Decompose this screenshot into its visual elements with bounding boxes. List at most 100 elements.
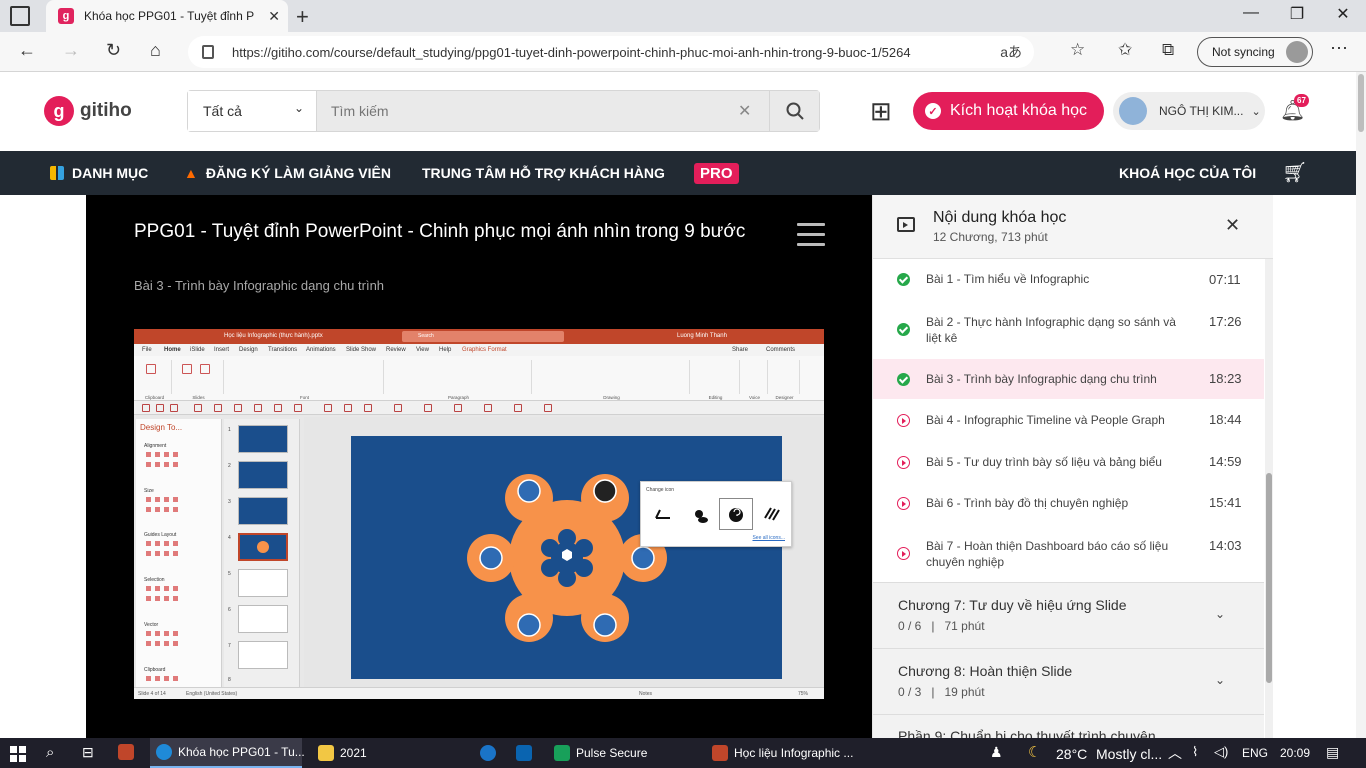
collections-icon[interactable]: ⧉ [1162,40,1174,60]
new-tab-icon[interactable]: + [296,4,309,30]
lesson-item[interactable]: Bài 7 - Hoàn thiện Dashboard báo cáo số … [873,525,1264,582]
ie-icon[interactable] [480,745,502,764]
slide-thumbnail[interactable] [238,569,288,597]
read-aloud-icon[interactable]: aあ [1000,42,1022,62]
people-icon[interactable]: ♟ [990,744,1003,761]
back-icon[interactable]: ← [18,40,36,61]
browser-tab[interactable]: g Khóa học PPG01 - Tuyệt đỉnh Po ✕ [46,0,288,32]
search-icon[interactable]: ⌕ [46,744,54,761]
lesson-item[interactable]: Bài 2 - Thực hành Infographic dạng so sá… [873,299,1264,359]
nav-catalog[interactable]: DANH MỤC [50,165,148,181]
status-slide: Slide 4 of 14 [138,691,166,697]
lesson-title: Bài 2 - Thực hành Infographic dạng so sá… [926,315,1176,345]
url-bar[interactable]: https://gitiho.com/course/default_studyi… [188,36,1034,68]
nav-support[interactable]: TRUNG TÂM HỖ TRỢ KHÁCH HÀNG [422,165,665,181]
window-close-icon[interactable]: ✕ [1320,4,1366,24]
windows-taskbar: ⌕ ⊟ Khóa học PPG01 - Tu... 2021 Pulse Se… [0,738,1366,768]
network-icon[interactable]: ⌇ [1192,744,1198,760]
weather-text[interactable]: Mostly cl... [1096,746,1162,762]
app-icon[interactable] [118,744,140,763]
see-all-icons-link[interactable]: See all icons... [752,535,785,541]
lesson-item[interactable]: Bài 5 - Tư duy trình bày số liệu và bảng… [873,441,1264,483]
add-course-icon[interactable]: ⊞ [870,96,892,127]
monitor-play-icon [897,217,915,232]
slide-thumbnail[interactable] [238,497,288,525]
ribbon-group-label: Editing [708,395,723,400]
taskbar-item[interactable]: 2021 [314,738,464,768]
lesson-item[interactable]: Bài 1 - Tìm hiểu về Infographic 07:11 [873,259,1264,299]
search-input[interactable] [317,91,769,131]
activate-label: Kích hoạt khóa học [950,102,1087,119]
browser-tab-bar: g Khóa học PPG01 - Tuyệt đỉnh Po ✕ + — ❐… [0,0,1366,32]
ribbon-group: Drawing [534,360,690,400]
sidebar-title: Nội dung khóa học [933,209,1067,226]
lesson-title: Bài 5 - Tư duy trình bày số liệu và bảng… [926,455,1162,469]
lesson-item[interactable]: Bài 4 - Infographic Timeline và People G… [873,399,1264,441]
forward-icon[interactable]: → [62,40,80,61]
add-favorite-icon[interactable]: ☆ [1070,40,1085,60]
profile-sync-button[interactable]: Not syncing [1197,37,1313,67]
outlook-icon[interactable] [516,745,538,764]
pane-section: Alignment [144,443,167,449]
cart-icon[interactable]: 🛒︎ [1282,160,1307,185]
chapter-item[interactable]: Chương 7: Tư duy về hiệu ứng Slide 0 / 6… [873,582,1264,648]
chapter-duration: 71 phút [944,619,985,633]
taskbar-item[interactable]: Khóa học PPG01 - Tu... [150,738,305,768]
pane-title: Design To... [140,423,183,432]
pane-section: Size [144,488,154,494]
tab-actions-icon[interactable] [10,6,30,26]
play-circle-icon [897,497,910,510]
slide-thumbnail[interactable] [238,461,288,489]
lesson-duration: 17:26 [1209,314,1242,329]
lesson-item-active[interactable]: Bài 3 - Trình bày Infographic dạng chu t… [873,359,1264,399]
slide-thumbnail[interactable] [238,641,288,669]
weather-icon: ☾ [1028,744,1042,761]
windows-start-icon[interactable] [10,746,26,762]
tab-close-icon[interactable]: ✕ [268,8,280,25]
slide-thumbnail[interactable] [238,425,288,453]
menu-icon[interactable] [797,223,825,246]
temperature[interactable]: 28°C [1056,746,1087,762]
notification-center-icon[interactable]: ▤ [1326,744,1339,761]
nav-my-courses[interactable]: KHOÁ HỌC CỦA TÔI [1119,165,1256,181]
tray-chevron-up-icon[interactable]: ︿ [1168,743,1182,763]
pro-badge[interactable]: PRO [694,163,739,184]
home-icon[interactable]: ⌂ [150,40,161,61]
slide-thumbnail-selected[interactable] [238,533,288,561]
clock[interactable]: 20:09 [1280,746,1310,760]
favorites-icon[interactable]: ✩ [1118,40,1132,60]
maximize-icon[interactable]: ❐ [1274,4,1320,24]
sidebar-scrollbar-thumb[interactable] [1266,473,1272,683]
page-margin [0,195,86,738]
status-zoom: 75% [798,691,809,697]
page-scrollbar-thumb[interactable] [1358,74,1364,132]
lesson-title: Bài 3 - Trình bày Infographic dạng chu t… [926,372,1157,386]
fire-icon: ▲ [184,165,198,181]
chapter-item[interactable]: Chương 8: Hoàn thiện Slide 0 / 3 | 19 ph… [873,648,1264,714]
taskbar-item[interactable]: Pulse Secure [550,738,702,768]
video-player[interactable]: Học liệu Infographic (thực hành).pptx Se… [134,329,824,699]
ribbon-group: Slides [174,360,224,400]
taskbar-item[interactable]: Học liệu Infographic ... [708,738,860,768]
language-indicator[interactable]: ENG [1242,746,1268,760]
cycle-infographic [467,474,667,642]
search-category-value: Tất cả [203,103,242,119]
nav-become-teacher[interactable]: ▲ ĐĂNG KÝ LÀM GIẢNG VIÊN [184,165,391,181]
speaker-icon[interactable]: ◁) [1214,744,1228,760]
slide[interactable] [351,436,782,679]
gitiho-logo[interactable]: g gitiho [44,96,132,126]
page-scrollbar[interactable] [1356,72,1366,738]
user-menu[interactable]: NGÔ THỊ KIM... ⌄ [1113,92,1265,130]
lesson-item[interactable]: Bài 6 - Trình bày đồ thị chuyên nghiệp 1… [873,483,1264,525]
refresh-icon[interactable]: ↻ [106,40,121,61]
search-category-select[interactable]: Tất cả ⌄ [188,91,317,131]
close-icon[interactable]: ✕ [1225,215,1240,236]
task-view-icon[interactable]: ⊟ [82,744,94,761]
sidebar-subtitle: 12 Chương, 713 phút [933,230,1048,244]
search-button[interactable] [769,91,819,131]
activate-course-button[interactable]: ✓ Kích hoạt khóa học [913,92,1104,130]
clear-search-icon[interactable]: ✕ [738,101,751,121]
more-menu-icon[interactable]: ⋯ [1330,38,1348,59]
slide-thumbnail[interactable] [238,605,288,633]
minimize-icon[interactable]: — [1228,4,1274,22]
